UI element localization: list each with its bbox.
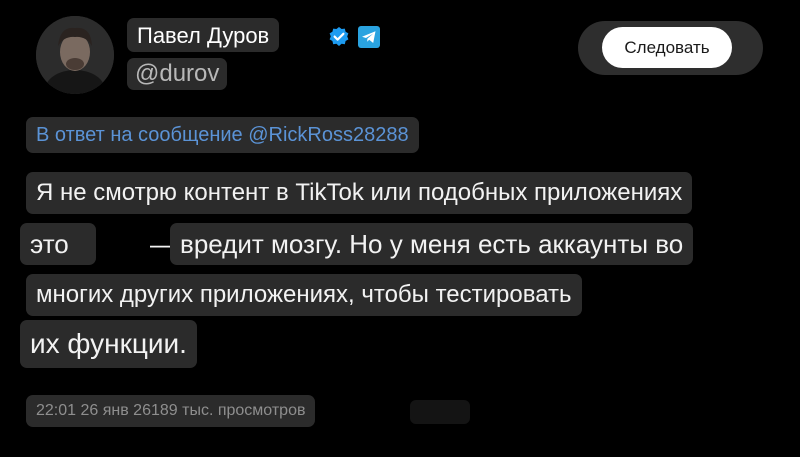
verified-check-icon: [329, 27, 349, 46]
tweet-text-line-2-end: вредит мозгу. Но у меня есть аккаунты во: [170, 223, 694, 265]
tweet-text-line-4: их функции.: [20, 320, 197, 368]
author-handle[interactable]: @durov: [127, 58, 228, 90]
tweet-text-line-1: Я не смотрю контент в TikTok или подобны…: [26, 172, 693, 214]
follow-button[interactable]: Следовать: [602, 27, 732, 68]
reply-to-link[interactable]: В ответ на сообщение @RickRoss28288: [26, 117, 419, 153]
tweet-card: Павел Дуров @durov Следовать В ответ на …: [0, 0, 800, 457]
avatar-portrait-icon: [36, 16, 114, 94]
telegram-icon: [358, 26, 380, 48]
tweet-text-line-2-start: это: [20, 223, 96, 265]
author-name[interactable]: Павел Дуров: [127, 18, 280, 52]
tweet-meta: 22:01 26 янв 26189 тыс. просмотров: [26, 395, 316, 427]
avatar[interactable]: [36, 16, 114, 94]
meta-placeholder-block: [410, 400, 470, 424]
tweet-text-line-3: многих других приложениях, чтобы тестиро…: [26, 274, 582, 316]
